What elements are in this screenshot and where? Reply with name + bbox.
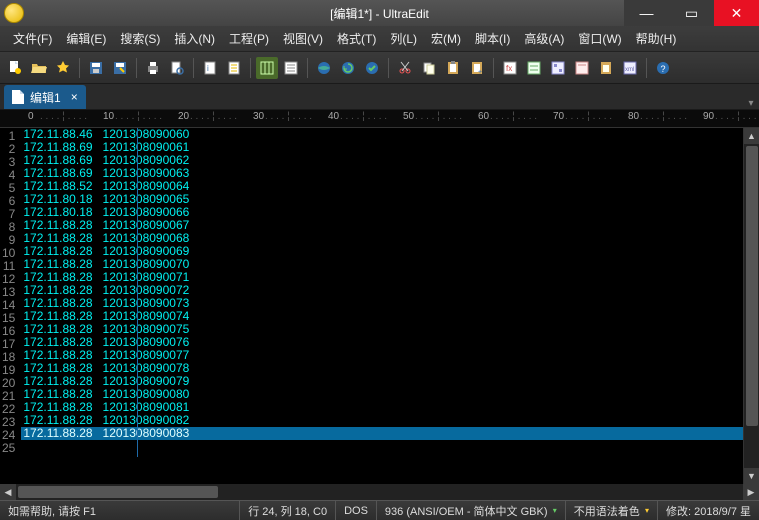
menu-item-3[interactable]: 插入(N)	[167, 27, 222, 50]
clipboard-history-icon[interactable]	[595, 57, 617, 79]
editor-scroll[interactable]: 1234567891011121314151617181920212223242…	[0, 128, 743, 484]
scroll-down-icon[interactable]: ▼	[744, 468, 759, 484]
code-line[interactable]	[21, 440, 743, 453]
scroll-thumb[interactable]	[746, 146, 758, 426]
ruler-mark: 20	[178, 111, 189, 122]
svg-text:fx: fx	[506, 64, 512, 73]
menu-item-5[interactable]: 视图(V)	[276, 27, 330, 50]
scroll-up-icon[interactable]: ▲	[744, 128, 759, 144]
status-encoding1[interactable]: DOS	[336, 501, 377, 520]
status-bar: 如需帮助, 请按 F1 行 24, 列 18, C0 DOS 936 (ANSI…	[0, 500, 759, 520]
help-icon[interactable]: ?	[652, 57, 674, 79]
menu-item-9[interactable]: 脚本(I)	[468, 27, 517, 50]
dropdown-icon[interactable]: ▾	[643, 506, 649, 515]
main-toolbar: i + fx xml ?	[0, 52, 759, 84]
horizontal-scrollbar[interactable]: ◀ ▶	[0, 484, 759, 500]
document-tab[interactable]: 编辑1 ×	[4, 85, 86, 109]
tag-list-icon[interactable]	[523, 57, 545, 79]
ruler-mark: 60	[478, 111, 489, 122]
status-encoding2[interactable]: 936 (ANSI/OEM - 简体中文 GBK) ▾	[377, 501, 566, 520]
menu-item-6[interactable]: 格式(T)	[330, 27, 383, 50]
menu-item-2[interactable]: 搜索(S)	[113, 27, 167, 50]
print-preview-icon[interactable]	[166, 57, 188, 79]
menu-item-0[interactable]: 文件(F)	[6, 27, 59, 50]
line-number: 25	[2, 442, 15, 455]
status-help: 如需帮助, 请按 F1	[0, 501, 240, 520]
ruler-mark: 90	[703, 111, 714, 122]
menu-item-8[interactable]: 宏(M)	[424, 27, 468, 50]
doc-info-icon[interactable]: i	[199, 57, 221, 79]
save-icon[interactable]	[85, 57, 107, 79]
status-syntax[interactable]: 不用语法着色 ▾	[566, 501, 658, 520]
tab-dropdown-icon[interactable]: ▾	[743, 98, 759, 109]
line-number-gutter: 1234567891011121314151617181920212223242…	[0, 128, 21, 457]
status-modified: 修改: 2018/9/7 星	[658, 501, 759, 520]
menu-item-11[interactable]: 窗口(W)	[571, 27, 628, 50]
new-file-icon[interactable]	[4, 57, 26, 79]
cut-icon[interactable]	[394, 57, 416, 79]
outline-icon[interactable]	[547, 57, 569, 79]
dropdown-icon[interactable]: ▾	[551, 506, 557, 515]
ruler-mark: 10	[103, 111, 114, 122]
app-icon	[4, 3, 24, 23]
column-mode-icon[interactable]	[256, 57, 278, 79]
svg-text:i: i	[207, 64, 209, 73]
ruler-mark: 40	[328, 111, 339, 122]
minimize-button[interactable]: —	[624, 0, 669, 26]
horizontal-ruler: 0. . . . ¦ . . . .10. . . . ¦ . . . .20.…	[0, 110, 759, 128]
web-icon[interactable]	[313, 57, 335, 79]
tab-close-icon[interactable]: ×	[71, 90, 78, 104]
template-icon[interactable]	[571, 57, 593, 79]
code-content[interactable]: 172.11.88.46 1201308090060172.11.88.69 1…	[21, 128, 743, 457]
xml-manager-icon[interactable]: xml	[619, 57, 641, 79]
code-line[interactable]: 172.11.88.28 1201308090083	[21, 427, 743, 440]
ruler-mark: 30	[253, 111, 264, 122]
ruler-mark: 70	[553, 111, 564, 122]
status-position: 行 24, 列 18, C0	[240, 501, 336, 520]
window-title: [编辑1*] - UltraEdit	[330, 5, 429, 22]
menu-item-12[interactable]: 帮助(H)	[629, 27, 684, 50]
tab-label: 编辑1	[30, 89, 61, 106]
vertical-scrollbar[interactable]: ▲ ▼	[743, 128, 759, 484]
column-guide	[137, 128, 138, 457]
paste-append-icon[interactable]: +	[466, 57, 488, 79]
copy-icon[interactable]	[418, 57, 440, 79]
function-list-icon[interactable]: fx	[499, 57, 521, 79]
editor-area: 1234567891011121314151617181920212223242…	[0, 128, 759, 484]
ruler-mark: 0	[28, 111, 34, 122]
menu-bar: 文件(F)编辑(E)搜索(S)插入(N)工程(P)视图(V)格式(T)列(L)宏…	[0, 26, 759, 52]
svg-text:+: +	[478, 69, 482, 76]
menu-item-10[interactable]: 高级(A)	[517, 27, 571, 50]
scroll-thumb-h[interactable]	[18, 486, 218, 498]
ruler-mark: 80	[628, 111, 639, 122]
scroll-left-icon[interactable]: ◀	[0, 484, 16, 500]
maximize-button[interactable]: ▭	[669, 0, 714, 26]
save-as-icon[interactable]	[109, 57, 131, 79]
scroll-right-icon[interactable]: ▶	[743, 484, 759, 500]
ruler-mark: 50	[403, 111, 414, 122]
svg-text:xml: xml	[625, 67, 634, 73]
menu-item-1[interactable]: 编辑(E)	[59, 27, 113, 50]
print-icon[interactable]	[142, 57, 164, 79]
favorite-icon[interactable]	[52, 57, 74, 79]
window-titlebar: [编辑1*] - UltraEdit — ▭ ✕	[0, 0, 759, 26]
paste-icon[interactable]	[442, 57, 464, 79]
check-icon[interactable]	[361, 57, 383, 79]
line-mode-icon[interactable]	[280, 57, 302, 79]
document-icon	[12, 90, 24, 104]
svg-text:?: ?	[661, 64, 666, 74]
doc-list-icon[interactable]	[223, 57, 245, 79]
close-button[interactable]: ✕	[714, 0, 759, 26]
reload-icon[interactable]	[337, 57, 359, 79]
tab-bar: 编辑1 × ▾	[0, 84, 759, 110]
menu-item-7[interactable]: 列(L)	[383, 27, 424, 50]
open-file-icon[interactable]	[28, 57, 50, 79]
menu-item-4[interactable]: 工程(P)	[222, 27, 276, 50]
window-controls: — ▭ ✕	[624, 0, 759, 26]
